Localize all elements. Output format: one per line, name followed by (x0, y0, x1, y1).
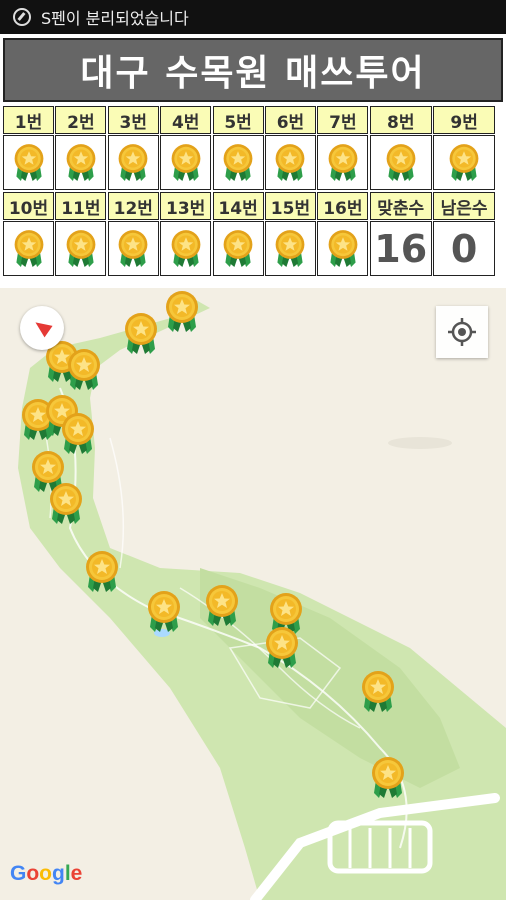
label-9: 9번 (433, 106, 496, 134)
compass-pen-icon (13, 8, 31, 26)
medal-icon (115, 141, 151, 185)
map-medal-pin[interactable] (202, 584, 242, 628)
row2-medals: 16 0 (3, 221, 497, 276)
row2-labels: 10번 11번 12번 13번 14번 15번 16번 맞춘수 남은수 (3, 192, 497, 220)
medal-cell-12[interactable] (107, 221, 159, 276)
medal-cell-6[interactable] (264, 135, 316, 190)
medal-cell-16[interactable] (317, 221, 369, 276)
label-13: 13번 (160, 192, 212, 220)
medal-icon (446, 141, 482, 185)
remaining-label: 남은수 (433, 192, 496, 220)
medal-icon (168, 141, 204, 185)
row1-labels: 1번 2번 3번 4번 5번 6번 7번 8번 9번 (3, 106, 497, 134)
map-medal-pin[interactable] (162, 290, 202, 334)
map-medal-pin[interactable] (358, 670, 398, 714)
medal-icon (383, 141, 419, 185)
label-16: 16번 (317, 192, 369, 220)
label-11: 11번 (55, 192, 107, 220)
map-medal-pin[interactable] (368, 756, 408, 800)
medal-icon (272, 141, 308, 185)
medal-icon (325, 227, 361, 271)
label-1: 1번 (3, 106, 54, 134)
map-medal-pin[interactable] (64, 348, 104, 392)
label-15: 15번 (264, 192, 316, 220)
row1-medals (3, 135, 497, 190)
medal-cell-9[interactable] (433, 135, 496, 190)
medal-cell-10[interactable] (3, 221, 54, 276)
medal-cell-3[interactable] (107, 135, 159, 190)
compass-button[interactable] (20, 306, 64, 350)
my-location-button[interactable] (436, 306, 488, 358)
matched-label: 맞춘수 (369, 192, 432, 220)
medal-icon (11, 141, 47, 185)
label-4: 4번 (160, 106, 212, 134)
medal-cell-4[interactable] (160, 135, 212, 190)
label-10: 10번 (3, 192, 54, 220)
medal-cell-5[interactable] (212, 135, 264, 190)
label-3: 3번 (107, 106, 159, 134)
medal-cell-8[interactable] (369, 135, 432, 190)
map-medal-pin[interactable] (144, 590, 184, 634)
medal-cell-13[interactable] (160, 221, 212, 276)
medal-cell-11[interactable] (55, 221, 107, 276)
medal-icon (220, 227, 256, 271)
medal-cell-2[interactable] (55, 135, 107, 190)
label-14: 14번 (212, 192, 264, 220)
status-message: S펜이 분리되었습니다 (41, 9, 189, 28)
matched-count: 16 (374, 226, 428, 271)
medal-icon (63, 227, 99, 271)
label-12: 12번 (107, 192, 159, 220)
map-medal-pin[interactable] (46, 482, 86, 526)
label-8: 8번 (369, 106, 432, 134)
google-logo: Google (10, 862, 83, 885)
map-medal-pin[interactable] (82, 550, 122, 594)
map-medal-pin[interactable] (121, 312, 161, 356)
medal-icon (63, 141, 99, 185)
label-5: 5번 (212, 106, 264, 134)
map-view[interactable]: Google (0, 288, 506, 900)
status-bar: S펜이 분리되었습니다 (0, 0, 506, 34)
medal-cell-15[interactable] (264, 221, 316, 276)
remaining-count: 0 (450, 226, 478, 271)
medal-cell-1[interactable] (3, 135, 54, 190)
medal-icon (272, 227, 308, 271)
map-medal-pin[interactable] (262, 626, 302, 670)
medal-icon (220, 141, 256, 185)
medal-icon (11, 227, 47, 271)
app-title: 대구 수목원 매쓰투어 (3, 38, 503, 102)
label-7: 7번 (317, 106, 369, 134)
medal-cell-7[interactable] (317, 135, 369, 190)
medal-icon (168, 227, 204, 271)
score-panel: 대구 수목원 매쓰투어 1번 2번 3번 4번 5번 6번 7번 8번 9번 1… (0, 34, 506, 288)
label-2: 2번 (55, 106, 107, 134)
medal-icon (115, 227, 151, 271)
crosshair-icon (448, 318, 476, 346)
remaining-count-cell: 0 (433, 221, 496, 276)
compass-needle-icon (31, 316, 53, 338)
medal-icon (325, 141, 361, 185)
matched-count-cell: 16 (369, 221, 432, 276)
medal-cell-14[interactable] (212, 221, 264, 276)
label-6: 6번 (264, 106, 316, 134)
